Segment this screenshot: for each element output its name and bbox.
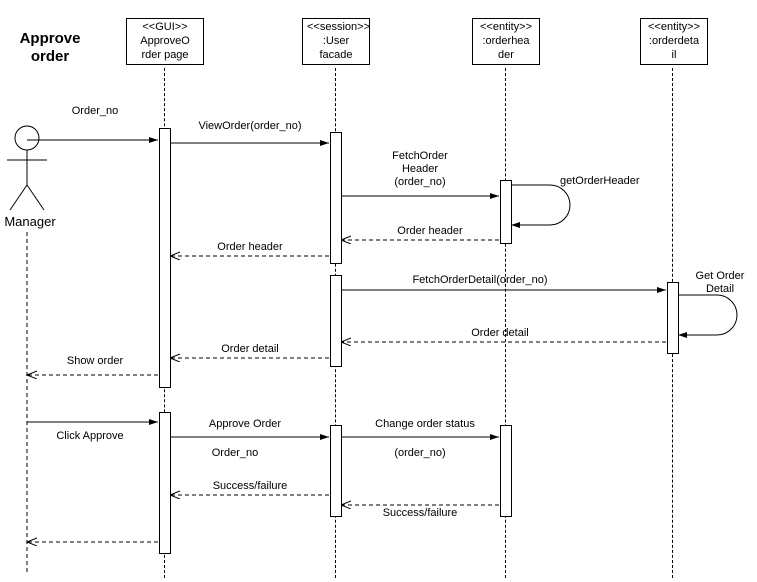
activation-gui-2: [159, 412, 171, 554]
lifeline-name: :orderdeta il: [645, 35, 703, 63]
msg-click-approve: Click Approve: [40, 430, 140, 443]
msg-fetch-detail: FetchOrderDetail(order_no): [380, 274, 580, 287]
activation-header-1: [500, 180, 512, 244]
stereotype: <<entity>>: [645, 21, 703, 35]
msg-view-order: ViewOrder(order_no): [180, 120, 320, 133]
activation-gui-1: [159, 128, 171, 388]
msg-ret-detail-1: Order detail: [450, 327, 550, 340]
msg-get-detail: Get Order Detail: [685, 270, 755, 296]
msg-approve-arg: Order_no: [195, 447, 275, 460]
stereotype: <<GUI>>: [131, 21, 199, 35]
actor-manager: [7, 126, 47, 210]
diagram-svg: [0, 0, 757, 582]
msg-show-order: Show order: [45, 355, 145, 368]
activation-detail-1: [667, 282, 679, 354]
lifeline-session: <<session>> :User facade: [302, 18, 370, 65]
activation-session-3: [330, 425, 342, 517]
msg-ret-status-2: Success/failure: [195, 480, 305, 493]
lifeline-header: <<entity>> :orderhea der: [472, 18, 540, 65]
msg-get-header: getOrderHeader: [560, 175, 670, 188]
msg-ret-status-1: Success/failure: [365, 507, 475, 520]
activation-session-1: [330, 132, 342, 264]
msg-approve-order: Approve Order: [185, 418, 305, 431]
lifeline-name: :orderhea der: [477, 35, 535, 63]
lifeline-name: :User facade: [307, 35, 365, 63]
activation-session-2: [330, 275, 342, 367]
msg-fetch-header: FetchOrder Header (order_no): [360, 150, 480, 190]
actor-label: Manager: [0, 214, 60, 230]
lifeline-gui: <<GUI>> ApproveO rder page: [126, 18, 204, 65]
msg-change-arg: (order_no): [375, 447, 465, 460]
msg-ret-header-2: Order header: [200, 241, 300, 254]
activation-header-2: [500, 425, 512, 517]
lifeline-name: ApproveO rder page: [131, 35, 199, 63]
msg-change-status: Change order status: [350, 418, 500, 431]
msg-order-no: Order_no: [55, 105, 135, 118]
msg-ret-header-1: Order header: [380, 225, 480, 238]
lifeline-detail: <<entity>> :orderdeta il: [640, 18, 708, 65]
sequence-diagram: Approve order: [0, 0, 757, 582]
msg-ret-detail-2: Order detail: [200, 343, 300, 356]
stereotype: <<session>>: [307, 21, 365, 35]
stereotype: <<entity>>: [477, 21, 535, 35]
